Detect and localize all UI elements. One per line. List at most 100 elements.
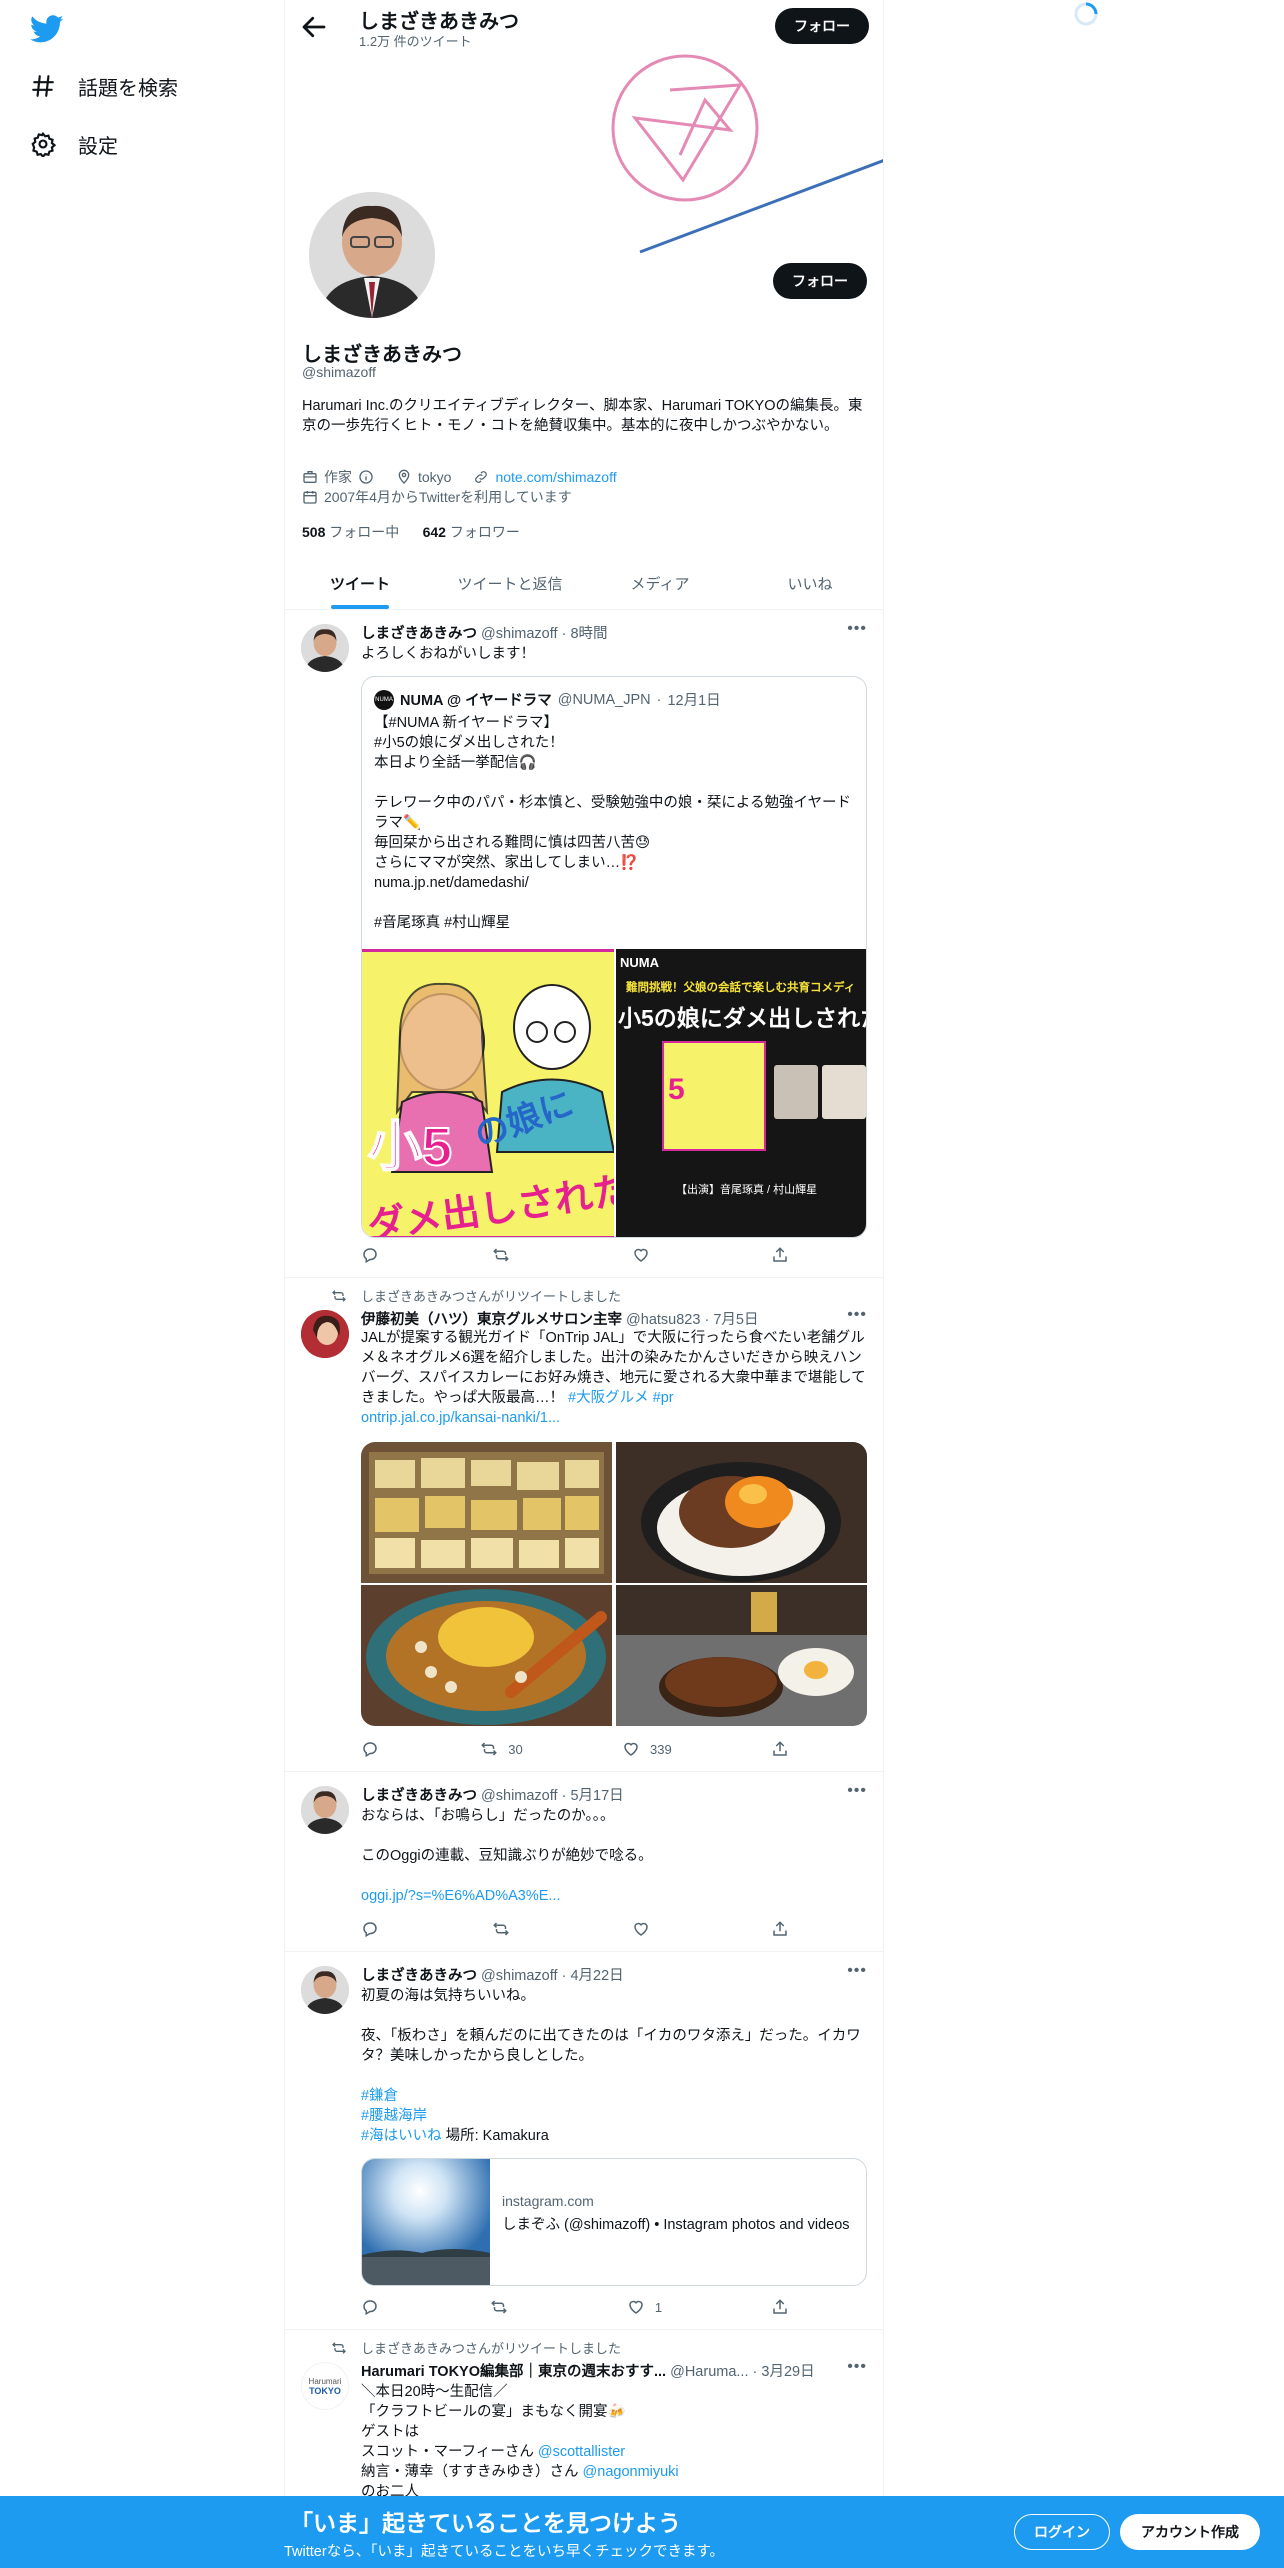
tweet-link[interactable]: ontrip.jal.co.jp/kansai-nanki/1...	[361, 1410, 560, 1426]
tweet-time[interactable]: 4月22日	[570, 1968, 623, 1984]
like-button[interactable]: 339	[622, 1740, 672, 1758]
share-button[interactable]	[771, 1920, 791, 1938]
quote-time: 12月1日	[667, 693, 721, 709]
reply-button[interactable]	[361, 2298, 381, 2316]
tweet[interactable]: しまざきあきみつさんがリツイートしました 伊藤初美（ハツ）東京グルメサロン主宰 …	[285, 1278, 883, 1772]
tweet-header: しまざきあきみつ @shimazoff · 4月22日	[361, 1968, 624, 1984]
quote-image-1[interactable]: 小5 の娘に ダメ出しされた	[362, 949, 614, 1237]
retweet-button[interactable]: 30	[480, 1740, 523, 1758]
tweet[interactable]: しまざきあきみつ @shimazoff · 4月22日 ••• 初夏の海は気持ち…	[285, 1952, 883, 2330]
tweet-text-line: スコット・マーフィーさん	[361, 2444, 538, 2460]
quote-line: #小5の娘にダメ出しされた！	[374, 735, 564, 751]
tweet-author-handle: @shimazoff	[481, 1788, 558, 1804]
quote-image-2[interactable]: NUMA 難問挑戦！父娘の会話で楽しむ共育コメディ 小5の娘にダメ出しされた！ …	[616, 949, 866, 1237]
profile-meta-row: 作家 tokyo note.com/shimazoff	[302, 467, 617, 487]
login-button[interactable]: ログイン	[1014, 2514, 1110, 2550]
tweet-link[interactable]: oggi.jp/?s=%E6%AD%A3%E...	[361, 1888, 560, 1904]
tweet-avatar[interactable]	[301, 1310, 349, 1358]
more-options-icon[interactable]: •••	[847, 620, 867, 638]
tab-likes[interactable]: いいね	[735, 558, 883, 609]
retweet-button[interactable]	[490, 2298, 518, 2316]
tweet-avatar[interactable]: Harumari TOKYO	[301, 2362, 349, 2410]
link-card[interactable]: instagram.com しまぞふ (@shimazoff) • Instag…	[361, 2158, 867, 2286]
profile-follow-counts: 508 フォロー中 642 フォロワー	[302, 522, 520, 542]
back-arrow-icon[interactable]	[299, 12, 329, 42]
reply-button[interactable]	[361, 1740, 381, 1758]
quote-line: テレワーク中のパパ・杉本慎と、受験勉強中の娘・栞による勉強イヤードラマ✏️	[374, 795, 852, 831]
nav-settings[interactable]: 設定	[30, 124, 118, 164]
reply-button[interactable]	[361, 1246, 381, 1264]
tweet-author-name[interactable]: しまざきあきみつ	[361, 1788, 477, 1804]
following-link[interactable]: 508 フォロー中	[302, 524, 399, 540]
twitter-logo-icon[interactable]	[30, 12, 64, 46]
tab-tweets-and-replies[interactable]: ツイートと返信	[435, 558, 585, 609]
tweet-time[interactable]: 3月29日	[761, 2364, 814, 2380]
retweeted-by-label[interactable]: しまざきあきみつさんがリツイートしました	[361, 1286, 621, 1305]
more-options-icon[interactable]: •••	[847, 1962, 867, 1980]
tweet-time[interactable]: 8時間	[570, 626, 607, 642]
tweet-text: よろしくおねがいします！	[361, 646, 535, 662]
more-options-icon[interactable]: •••	[847, 1782, 867, 1800]
retweet-button[interactable]	[492, 1246, 520, 1264]
tweet-author-handle: @shimazoff	[481, 626, 558, 642]
more-options-icon[interactable]: •••	[847, 1306, 867, 1324]
share-button[interactable]	[771, 2298, 791, 2316]
profile-follow-button[interactable]: フォロー	[773, 263, 867, 299]
retweet-icon	[493, 1248, 510, 1262]
profile-joined-row: 2007年4月からTwitterを利用しています	[302, 487, 572, 507]
more-options-icon[interactable]: •••	[847, 2358, 867, 2376]
tweet-author-name[interactable]: しまざきあきみつ	[361, 626, 477, 642]
share-button[interactable]	[771, 1246, 791, 1264]
tweet-actions	[361, 1246, 791, 1264]
header-follow-button[interactable]: フォロー	[775, 8, 869, 44]
tweet-avatar[interactable]	[301, 624, 349, 672]
profile-link[interactable]: note.com/shimazoff	[495, 469, 616, 485]
tweet-hashtags[interactable]: #大阪グルメ #pr	[568, 1390, 674, 1406]
quote-header: NUMA NUMA @ イヤードラマ @NUMA_JPN · 12月1日	[374, 689, 721, 710]
retweet-icon	[332, 1289, 346, 1302]
retweet-button[interactable]	[492, 1920, 520, 1938]
quoted-tweet[interactable]: NUMA NUMA @ イヤードラマ @NUMA_JPN · 12月1日 【#NUM…	[361, 676, 867, 1238]
tweet-mention[interactable]: @scottallister	[538, 2444, 625, 2460]
avatar-text: Harumari	[308, 2376, 342, 2386]
nav-settings-label: 設定	[78, 135, 118, 158]
tweet-hashtag[interactable]: #腰越海岸	[361, 2108, 427, 2124]
nav-explore[interactable]: 話題を検索	[30, 66, 178, 106]
tweet-avatar[interactable]	[301, 1966, 349, 2014]
like-button[interactable]	[632, 1246, 660, 1264]
like-button[interactable]: 1	[627, 2298, 662, 2316]
like-count: 1	[654, 2299, 663, 2315]
tweet-hashtag[interactable]: #鎌倉	[361, 2088, 398, 2104]
tweet[interactable]: しまざきあきみつ @shimazoff · 5月17日 ••• おならは、「お鳴…	[285, 1772, 883, 1952]
tweet-time[interactable]: 5月17日	[570, 1788, 623, 1804]
info-icon[interactable]	[358, 469, 374, 485]
tweet-author-name[interactable]: しまざきあきみつ	[361, 1968, 477, 1984]
tweet-time[interactable]: 7月5日	[713, 1312, 758, 1328]
retweeted-by-label[interactable]: しまざきあきみつさんがリツイートしました	[361, 2338, 621, 2357]
signup-banner-subtitle: Twitterなら、「いま」起きていることをいち早くチェックできます。	[284, 2544, 724, 2560]
signup-banner-title: 「いま」起きていることを見つけよう	[290, 2510, 681, 2536]
profile-avatar[interactable]	[305, 188, 439, 322]
quote-text: 【#NUMA 新イヤードラマ】 #小5の娘にダメ出しされた！ 本日より全話一挙配…	[374, 713, 854, 933]
reply-icon	[363, 2300, 377, 2316]
tweet-mention[interactable]: @nagonmiyuki	[583, 2464, 679, 2480]
signup-button[interactable]: アカウント作成	[1120, 2514, 1260, 2550]
tweet-text: 初夏の海は気持ちいいね。 夜、「板わさ」を頼んだのに出てきたのは「イカのワタ添え…	[361, 1986, 867, 2146]
quote-author-handle: @NUMA_JPN	[557, 691, 651, 708]
gear-icon	[31, 131, 56, 157]
like-button[interactable]	[632, 1920, 660, 1938]
tweet-actions: 1	[361, 2298, 791, 2316]
like-count: 339	[650, 1741, 672, 1757]
reply-button[interactable]	[361, 1920, 381, 1938]
tab-tweets[interactable]: ツイート	[285, 558, 435, 609]
tweet-hashtag[interactable]: #海はいいね	[361, 2128, 442, 2144]
tweet-avatar[interactable]	[301, 1786, 349, 1834]
followers-link[interactable]: 642 フォロワー	[423, 524, 520, 540]
following-count: 508	[302, 524, 326, 540]
tab-media[interactable]: メディア	[585, 558, 735, 609]
share-button[interactable]	[771, 1740, 791, 1758]
tweet-author-name[interactable]: 伊藤初美（ハツ）東京グルメサロン主宰	[361, 1312, 622, 1328]
tweet[interactable]: しまざきあきみつ @shimazoff · 8時間 ••• よろしくおねがいしま…	[285, 610, 883, 1278]
tweet-avatar-image	[301, 1786, 349, 1834]
tweet-author-name[interactable]: Harumari TOKYO編集部｜東京の週末おすす...	[361, 2364, 666, 2380]
